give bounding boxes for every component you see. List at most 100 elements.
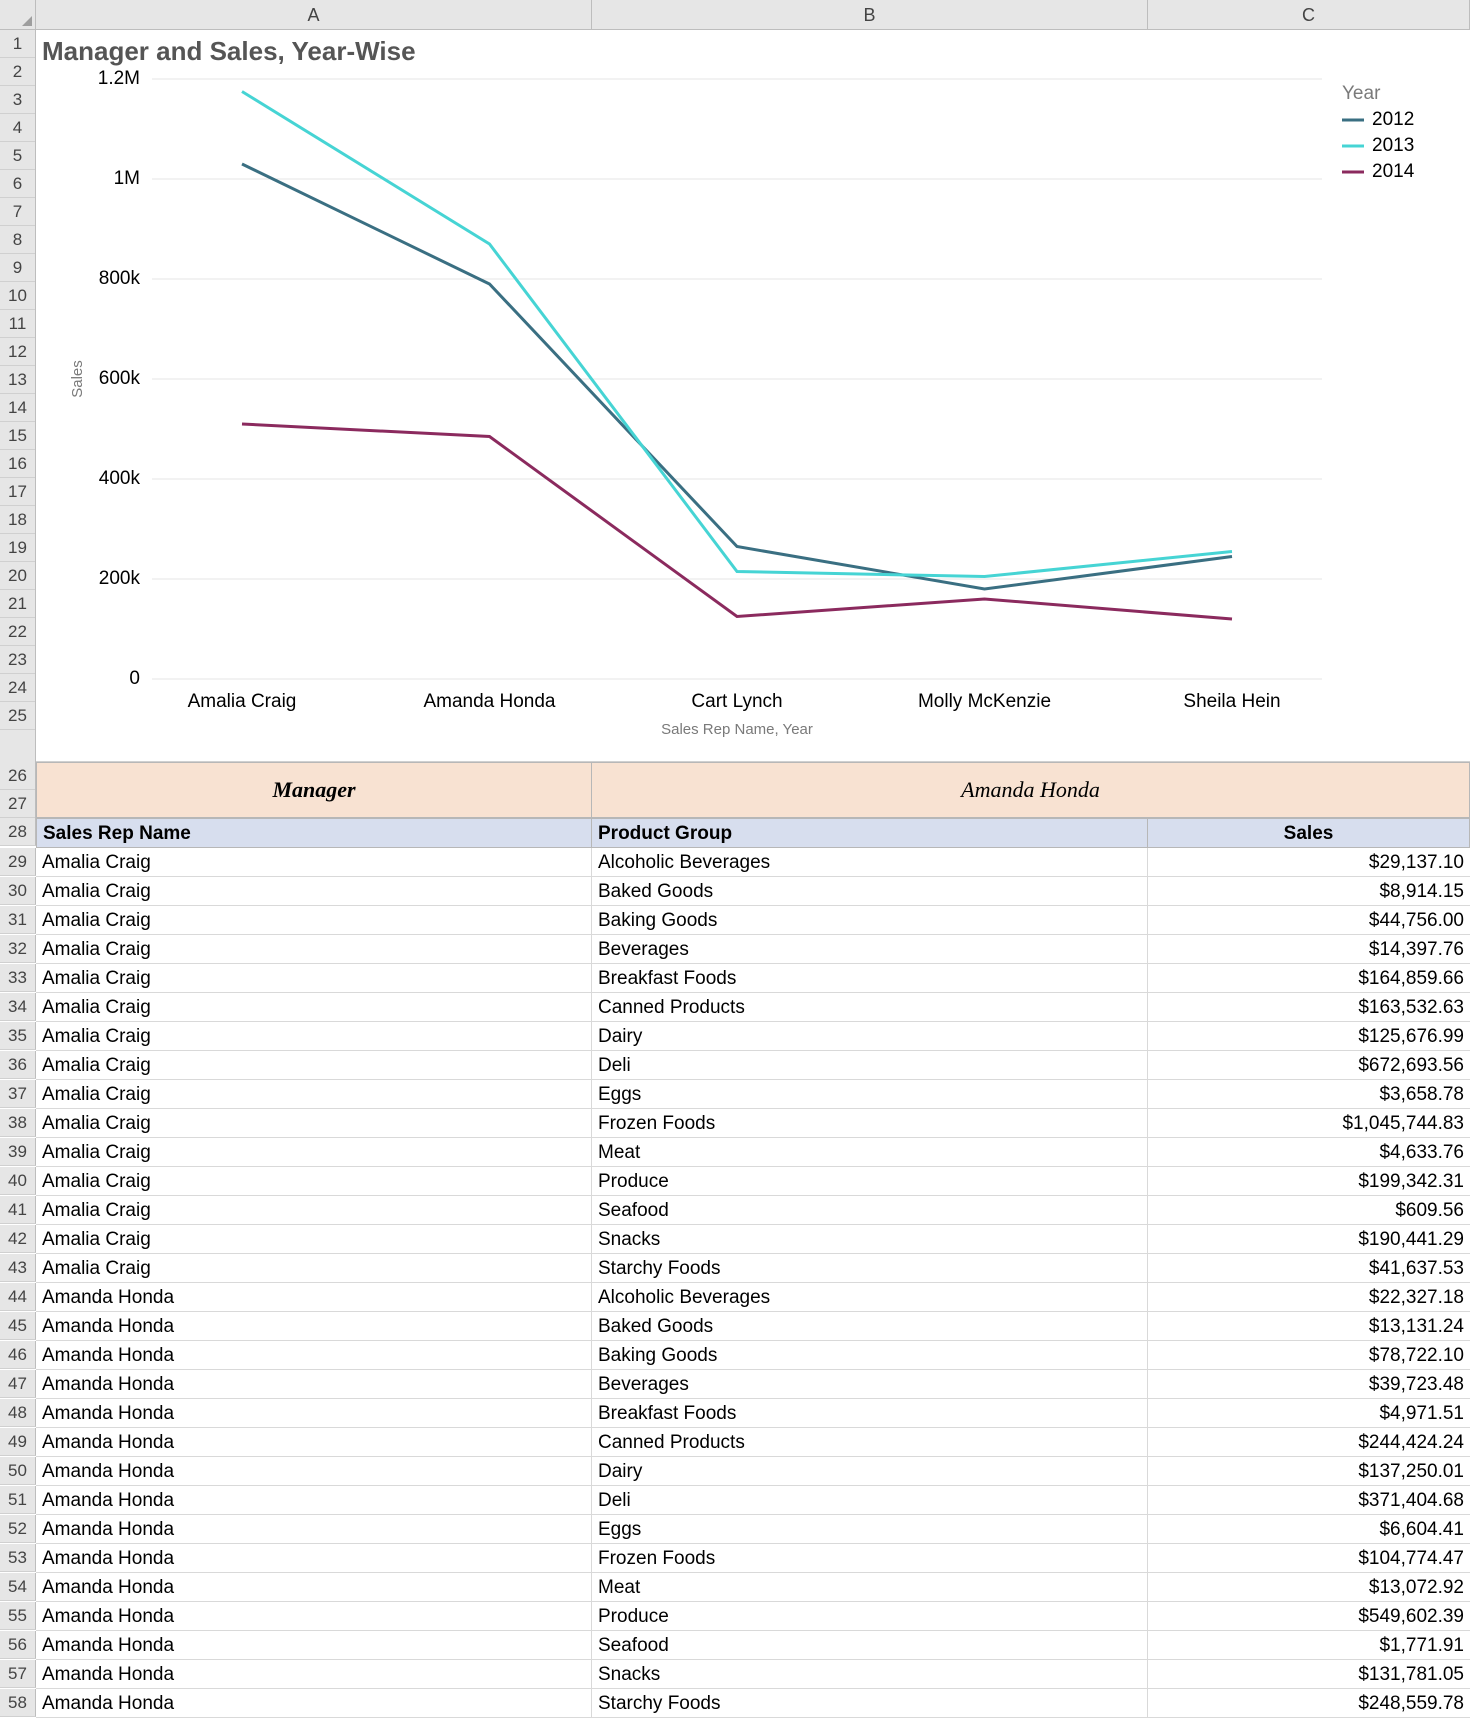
- select-all-corner[interactable]: [0, 0, 36, 30]
- table-cell[interactable]: Seafood: [592, 1196, 1148, 1225]
- row-header[interactable]: 13: [0, 366, 35, 394]
- table-cell[interactable]: $248,559.78: [1148, 1689, 1470, 1718]
- table-cell[interactable]: Amalia Craig: [36, 877, 592, 906]
- table-cell[interactable]: Amalia Craig: [36, 993, 592, 1022]
- table-cell[interactable]: Baked Goods: [592, 1312, 1148, 1341]
- table-cell[interactable]: $6,604.41: [1148, 1515, 1470, 1544]
- row-header[interactable]: 53: [0, 1544, 36, 1572]
- table-cell[interactable]: $190,441.29: [1148, 1225, 1470, 1254]
- table-cell[interactable]: $22,327.18: [1148, 1283, 1470, 1312]
- table-cell[interactable]: Beverages: [592, 935, 1148, 964]
- table-cell[interactable]: $29,137.10: [1148, 848, 1470, 877]
- table-cell[interactable]: Deli: [592, 1051, 1148, 1080]
- table-cell[interactable]: Amalia Craig: [36, 935, 592, 964]
- row-header[interactable]: 24: [0, 674, 35, 702]
- row-header[interactable]: 49: [0, 1428, 36, 1456]
- table-cell[interactable]: $163,532.63: [1148, 993, 1470, 1022]
- row-header[interactable]: 12: [0, 338, 35, 366]
- table-cell[interactable]: $3,658.78: [1148, 1080, 1470, 1109]
- col-header-sales[interactable]: Sales: [1148, 818, 1470, 848]
- table-cell[interactable]: $13,131.24: [1148, 1312, 1470, 1341]
- table-cell[interactable]: Amanda Honda: [36, 1660, 592, 1689]
- table-cell[interactable]: Amanda Honda: [36, 1283, 592, 1312]
- table-cell[interactable]: $131,781.05: [1148, 1660, 1470, 1689]
- table-cell[interactable]: Amalia Craig: [36, 1196, 592, 1225]
- table-cell[interactable]: Baking Goods: [592, 906, 1148, 935]
- table-cell[interactable]: $125,676.99: [1148, 1022, 1470, 1051]
- table-cell[interactable]: Amanda Honda: [36, 1341, 592, 1370]
- row-header[interactable]: 51: [0, 1486, 36, 1514]
- row-header[interactable]: 40: [0, 1167, 36, 1195]
- row-header[interactable]: 21: [0, 590, 35, 618]
- table-cell[interactable]: Amanda Honda: [36, 1689, 592, 1718]
- table-cell[interactable]: Amanda Honda: [36, 1631, 592, 1660]
- row-header[interactable]: 19: [0, 534, 35, 562]
- row-header[interactable]: 45: [0, 1312, 36, 1340]
- row-header[interactable]: 50: [0, 1457, 36, 1485]
- table-cell[interactable]: $8,914.15: [1148, 877, 1470, 906]
- table-cell[interactable]: $137,250.01: [1148, 1457, 1470, 1486]
- row-header[interactable]: 54: [0, 1573, 36, 1601]
- row-header[interactable]: 48: [0, 1399, 36, 1427]
- row-header[interactable]: 47: [0, 1370, 36, 1398]
- table-cell[interactable]: $371,404.68: [1148, 1486, 1470, 1515]
- table-cell[interactable]: $1,045,744.83: [1148, 1109, 1470, 1138]
- table-cell[interactable]: $41,637.53: [1148, 1254, 1470, 1283]
- row-header[interactable]: 7: [0, 198, 35, 226]
- row-header[interactable]: 36: [0, 1051, 36, 1079]
- table-cell[interactable]: Amanda Honda: [36, 1312, 592, 1341]
- row-header[interactable]: 9: [0, 254, 35, 282]
- table-cell[interactable]: Starchy Foods: [592, 1254, 1148, 1283]
- table-cell[interactable]: Amalia Craig: [36, 1109, 592, 1138]
- table-cell[interactable]: Dairy: [592, 1457, 1148, 1486]
- table-cell[interactable]: $104,774.47: [1148, 1544, 1470, 1573]
- row-header[interactable]: 28: [0, 818, 36, 846]
- table-cell[interactable]: Amalia Craig: [36, 1022, 592, 1051]
- table-cell[interactable]: $244,424.24: [1148, 1428, 1470, 1457]
- table-cell[interactable]: Produce: [592, 1602, 1148, 1631]
- spreadsheet-grid[interactable]: A B C 1234567891011121314151617181920212…: [0, 0, 1470, 1718]
- table-cell[interactable]: Meat: [592, 1138, 1148, 1167]
- line-chart[interactable]: 0200k400k600k800k1M1.2MSalesAmalia Craig…: [42, 69, 1452, 749]
- table-cell[interactable]: Snacks: [592, 1225, 1148, 1254]
- table-cell[interactable]: $4,633.76: [1148, 1138, 1470, 1167]
- table-cell[interactable]: Amanda Honda: [36, 1602, 592, 1631]
- row-header[interactable]: 5: [0, 142, 35, 170]
- table-cell[interactable]: $4,971.51: [1148, 1399, 1470, 1428]
- row-header[interactable]: 33: [0, 964, 36, 992]
- table-cell[interactable]: Amanda Honda: [36, 1544, 592, 1573]
- table-cell[interactable]: Amalia Craig: [36, 1051, 592, 1080]
- row-header[interactable]: 3: [0, 86, 35, 114]
- table-cell[interactable]: $164,859.66: [1148, 964, 1470, 993]
- row-header[interactable]: 44: [0, 1283, 36, 1311]
- table-cell[interactable]: Amanda Honda: [36, 1515, 592, 1544]
- table-cell[interactable]: Canned Products: [592, 993, 1148, 1022]
- table-cell[interactable]: $672,693.56: [1148, 1051, 1470, 1080]
- table-cell[interactable]: Breakfast Foods: [592, 964, 1148, 993]
- table-cell[interactable]: Baking Goods: [592, 1341, 1148, 1370]
- row-header[interactable]: 18: [0, 506, 35, 534]
- table-cell[interactable]: $78,722.10: [1148, 1341, 1470, 1370]
- row-header[interactable]: 42: [0, 1225, 36, 1253]
- table-cell[interactable]: Amalia Craig: [36, 1080, 592, 1109]
- table-cell[interactable]: Beverages: [592, 1370, 1148, 1399]
- row-header[interactable]: 10: [0, 282, 35, 310]
- table-cell[interactable]: Amanda Honda: [36, 1457, 592, 1486]
- table-cell[interactable]: Produce: [592, 1167, 1148, 1196]
- table-cell[interactable]: Amalia Craig: [36, 964, 592, 993]
- row-header[interactable]: 2: [0, 58, 35, 86]
- row-header[interactable]: 38: [0, 1109, 36, 1137]
- row-header[interactable]: 26: [0, 762, 35, 790]
- row-header[interactable]: 46: [0, 1341, 36, 1369]
- column-header-A[interactable]: A: [36, 0, 592, 30]
- table-cell[interactable]: $199,342.31: [1148, 1167, 1470, 1196]
- table-cell[interactable]: Amalia Craig: [36, 1167, 592, 1196]
- row-header[interactable]: 22: [0, 618, 35, 646]
- table-cell[interactable]: Deli: [592, 1486, 1148, 1515]
- col-header-product-group[interactable]: Product Group: [592, 818, 1148, 848]
- row-header[interactable]: 16: [0, 450, 35, 478]
- column-header-B[interactable]: B: [592, 0, 1148, 30]
- row-header[interactable]: 11: [0, 310, 35, 338]
- row-header[interactable]: 1: [0, 30, 35, 58]
- row-header[interactable]: 27: [0, 790, 35, 818]
